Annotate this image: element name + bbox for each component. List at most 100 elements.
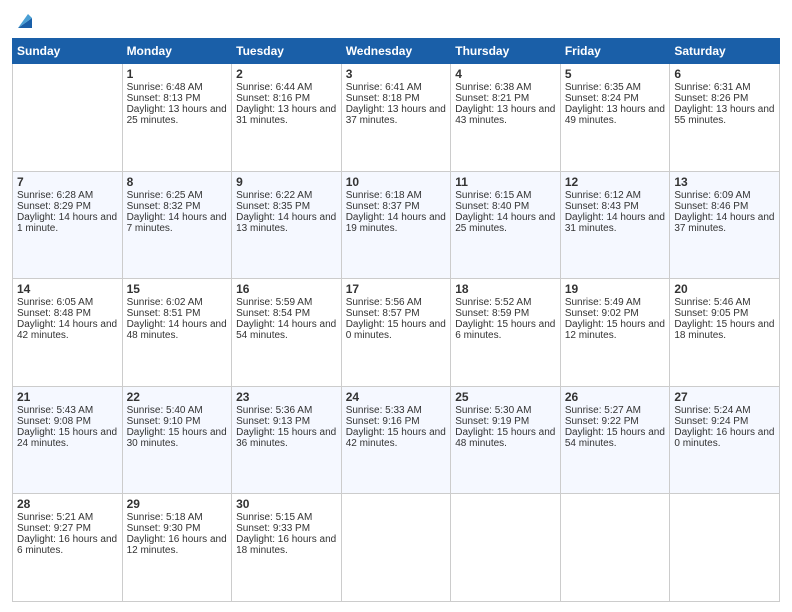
daylight-text: Daylight: 15 hours and 24 minutes.: [17, 427, 117, 449]
sunrise-text: Sunrise: 5:59 AM: [236, 297, 312, 308]
daylight-text: Daylight: 13 hours and 37 minutes.: [346, 104, 446, 126]
sunset-text: Sunset: 9:02 PM: [565, 308, 639, 319]
calendar-header-row: SundayMondayTuesdayWednesdayThursdayFrid…: [13, 39, 780, 64]
sunset-text: Sunset: 8:21 PM: [455, 93, 529, 104]
daylight-text: Daylight: 14 hours and 7 minutes.: [127, 212, 227, 234]
calendar-cell: 4Sunrise: 6:38 AMSunset: 8:21 PMDaylight…: [451, 64, 561, 172]
sunrise-text: Sunrise: 6:28 AM: [17, 190, 93, 201]
calendar-cell: 25Sunrise: 5:30 AMSunset: 9:19 PMDayligh…: [451, 386, 561, 494]
sunrise-text: Sunrise: 5:33 AM: [346, 405, 422, 416]
daylight-text: Daylight: 13 hours and 55 minutes.: [674, 104, 774, 126]
sunrise-text: Sunrise: 6:25 AM: [127, 190, 203, 201]
week-row-1: 1Sunrise: 6:48 AMSunset: 8:13 PMDaylight…: [13, 64, 780, 172]
sunset-text: Sunset: 9:19 PM: [455, 416, 529, 427]
day-number: 3: [346, 67, 447, 81]
calendar-cell: 18Sunrise: 5:52 AMSunset: 8:59 PMDayligh…: [451, 279, 561, 387]
day-number: 27: [674, 390, 775, 404]
sunset-text: Sunset: 8:29 PM: [17, 201, 91, 212]
calendar-cell: 26Sunrise: 5:27 AMSunset: 9:22 PMDayligh…: [560, 386, 670, 494]
sunset-text: Sunset: 9:16 PM: [346, 416, 420, 427]
day-number: 8: [127, 175, 228, 189]
sunset-text: Sunset: 8:13 PM: [127, 93, 201, 104]
sunset-text: Sunset: 8:32 PM: [127, 201, 201, 212]
daylight-text: Daylight: 13 hours and 43 minutes.: [455, 104, 555, 126]
day-number: 16: [236, 282, 337, 296]
sunrise-text: Sunrise: 5:18 AM: [127, 512, 203, 523]
day-number: 28: [17, 497, 118, 511]
calendar-cell: 10Sunrise: 6:18 AMSunset: 8:37 PMDayligh…: [341, 171, 451, 279]
calendar-cell: 20Sunrise: 5:46 AMSunset: 9:05 PMDayligh…: [670, 279, 780, 387]
calendar-cell: 1Sunrise: 6:48 AMSunset: 8:13 PMDaylight…: [122, 64, 232, 172]
day-header-sunday: Sunday: [13, 39, 123, 64]
day-number: 14: [17, 282, 118, 296]
sunrise-text: Sunrise: 5:36 AM: [236, 405, 312, 416]
sunrise-text: Sunrise: 5:21 AM: [17, 512, 93, 523]
page: SundayMondayTuesdayWednesdayThursdayFrid…: [0, 0, 792, 612]
sunrise-text: Sunrise: 6:44 AM: [236, 82, 312, 93]
daylight-text: Daylight: 13 hours and 49 minutes.: [565, 104, 665, 126]
calendar-cell: 19Sunrise: 5:49 AMSunset: 9:02 PMDayligh…: [560, 279, 670, 387]
sunset-text: Sunset: 9:13 PM: [236, 416, 310, 427]
day-number: 9: [236, 175, 337, 189]
week-row-2: 7Sunrise: 6:28 AMSunset: 8:29 PMDaylight…: [13, 171, 780, 279]
day-header-friday: Friday: [560, 39, 670, 64]
sunrise-text: Sunrise: 6:22 AM: [236, 190, 312, 201]
sunset-text: Sunset: 8:35 PM: [236, 201, 310, 212]
calendar-cell: 17Sunrise: 5:56 AMSunset: 8:57 PMDayligh…: [341, 279, 451, 387]
calendar-cell: 27Sunrise: 5:24 AMSunset: 9:24 PMDayligh…: [670, 386, 780, 494]
sunset-text: Sunset: 8:43 PM: [565, 201, 639, 212]
sunrise-text: Sunrise: 6:35 AM: [565, 82, 641, 93]
day-number: 30: [236, 497, 337, 511]
sunrise-text: Sunrise: 5:56 AM: [346, 297, 422, 308]
calendar-cell: 22Sunrise: 5:40 AMSunset: 9:10 PMDayligh…: [122, 386, 232, 494]
daylight-text: Daylight: 14 hours and 42 minutes.: [17, 319, 117, 341]
daylight-text: Daylight: 13 hours and 25 minutes.: [127, 104, 227, 126]
calendar-cell: 8Sunrise: 6:25 AMSunset: 8:32 PMDaylight…: [122, 171, 232, 279]
calendar-cell: 12Sunrise: 6:12 AMSunset: 8:43 PMDayligh…: [560, 171, 670, 279]
daylight-text: Daylight: 15 hours and 12 minutes.: [565, 319, 665, 341]
daylight-text: Daylight: 14 hours and 1 minute.: [17, 212, 117, 234]
sunset-text: Sunset: 8:40 PM: [455, 201, 529, 212]
day-number: 10: [346, 175, 447, 189]
daylight-text: Daylight: 16 hours and 18 minutes.: [236, 534, 336, 556]
daylight-text: Daylight: 15 hours and 18 minutes.: [674, 319, 774, 341]
sunset-text: Sunset: 9:27 PM: [17, 523, 91, 534]
sunrise-text: Sunrise: 5:24 AM: [674, 405, 750, 416]
sunset-text: Sunset: 9:22 PM: [565, 416, 639, 427]
calendar-cell: 2Sunrise: 6:44 AMSunset: 8:16 PMDaylight…: [232, 64, 342, 172]
sunrise-text: Sunrise: 6:48 AM: [127, 82, 203, 93]
daylight-text: Daylight: 13 hours and 31 minutes.: [236, 104, 336, 126]
daylight-text: Daylight: 14 hours and 48 minutes.: [127, 319, 227, 341]
calendar-cell: 5Sunrise: 6:35 AMSunset: 8:24 PMDaylight…: [560, 64, 670, 172]
calendar-cell: 11Sunrise: 6:15 AMSunset: 8:40 PMDayligh…: [451, 171, 561, 279]
calendar-cell: [341, 494, 451, 602]
daylight-text: Daylight: 16 hours and 0 minutes.: [674, 427, 774, 449]
sunrise-text: Sunrise: 5:43 AM: [17, 405, 93, 416]
sunrise-text: Sunrise: 6:41 AM: [346, 82, 422, 93]
sunset-text: Sunset: 9:33 PM: [236, 523, 310, 534]
sunset-text: Sunset: 8:37 PM: [346, 201, 420, 212]
sunrise-text: Sunrise: 5:40 AM: [127, 405, 203, 416]
daylight-text: Daylight: 15 hours and 36 minutes.: [236, 427, 336, 449]
week-row-4: 21Sunrise: 5:43 AMSunset: 9:08 PMDayligh…: [13, 386, 780, 494]
day-header-thursday: Thursday: [451, 39, 561, 64]
sunrise-text: Sunrise: 6:12 AM: [565, 190, 641, 201]
daylight-text: Daylight: 15 hours and 54 minutes.: [565, 427, 665, 449]
sunrise-text: Sunrise: 6:15 AM: [455, 190, 531, 201]
daylight-text: Daylight: 14 hours and 25 minutes.: [455, 212, 555, 234]
calendar-cell: 14Sunrise: 6:05 AMSunset: 8:48 PMDayligh…: [13, 279, 123, 387]
calendar-cell: 24Sunrise: 5:33 AMSunset: 9:16 PMDayligh…: [341, 386, 451, 494]
day-number: 26: [565, 390, 666, 404]
sunrise-text: Sunrise: 5:52 AM: [455, 297, 531, 308]
calendar-cell: 3Sunrise: 6:41 AMSunset: 8:18 PMDaylight…: [341, 64, 451, 172]
week-row-5: 28Sunrise: 5:21 AMSunset: 9:27 PM Dayligh…: [13, 494, 780, 602]
sunset-text: Sunset: 9:30 PM: [127, 523, 201, 534]
calendar-cell: 29Sunrise: 5:18 AMSunset: 9:30 PMDayligh…: [122, 494, 232, 602]
day-number: 25: [455, 390, 556, 404]
day-number: 7: [17, 175, 118, 189]
day-number: 18: [455, 282, 556, 296]
sunset-text: Sunset: 8:16 PM: [236, 93, 310, 104]
day-number: 23: [236, 390, 337, 404]
day-number: 22: [127, 390, 228, 404]
calendar-cell: 28Sunrise: 5:21 AMSunset: 9:27 PMDayligh…: [13, 494, 123, 602]
